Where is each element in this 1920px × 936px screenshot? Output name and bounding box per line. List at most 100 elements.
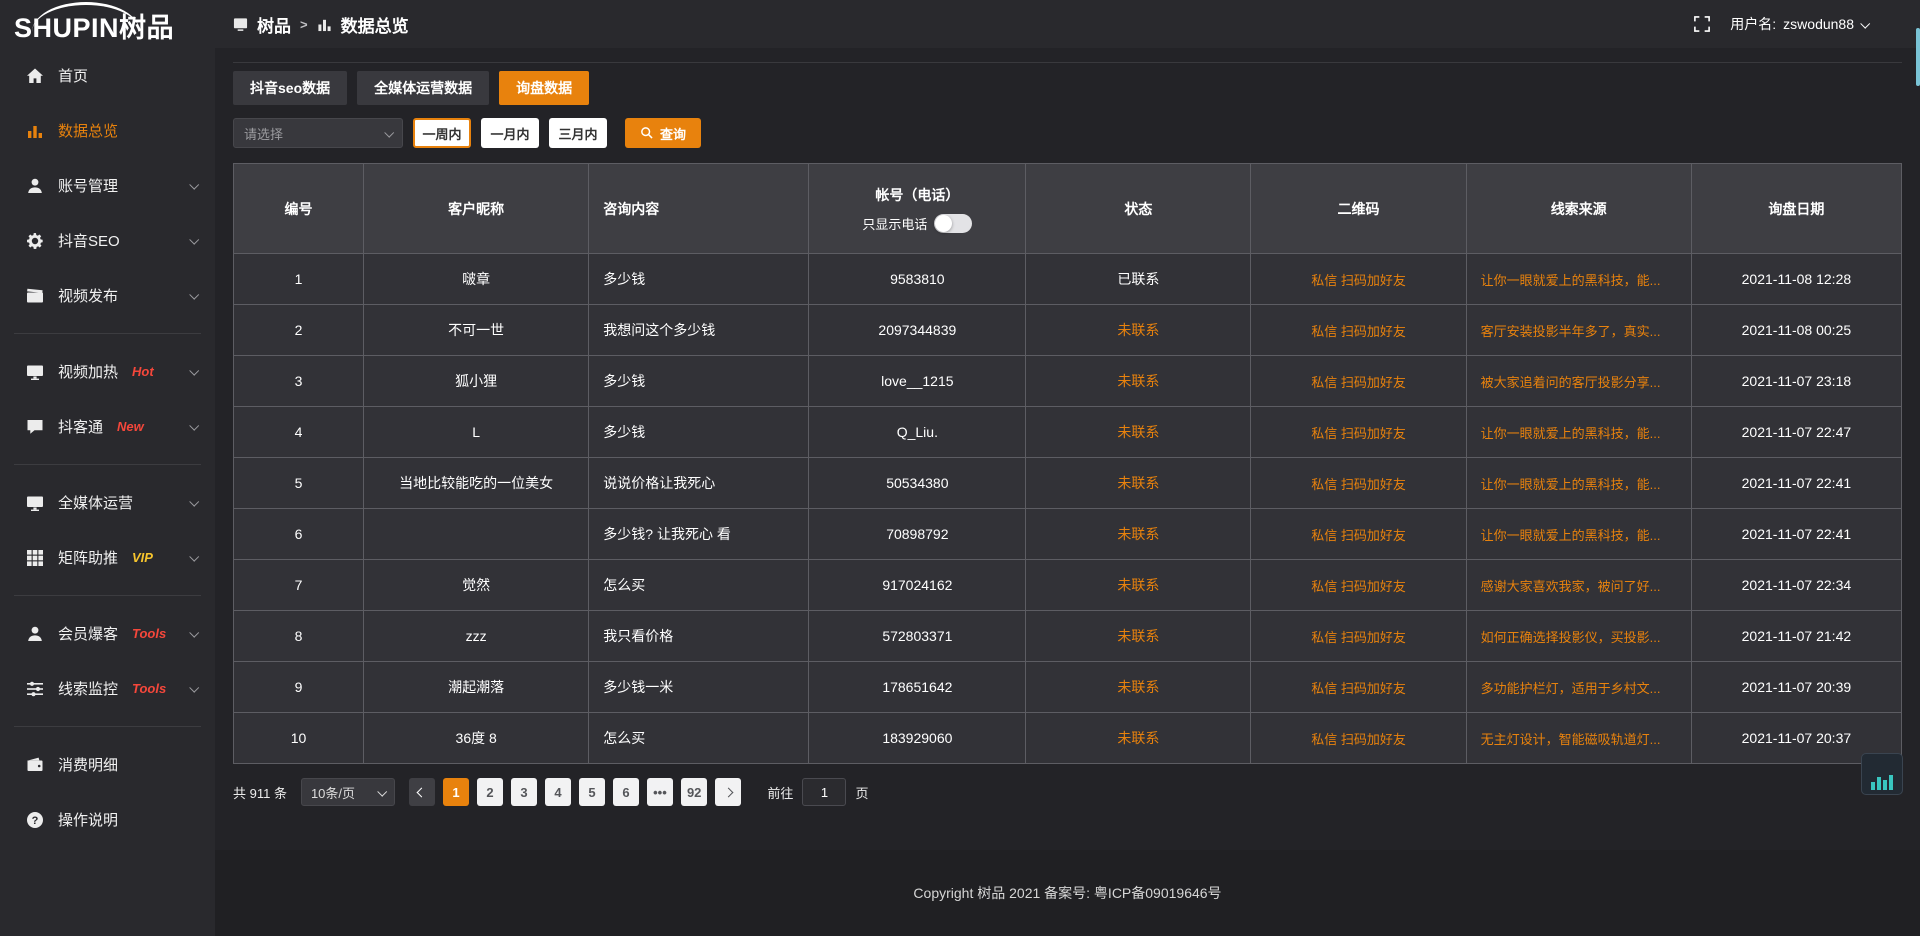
filter-bar: 请选择 一周内 一月内 三月内 查询 (233, 118, 1902, 148)
table-row: 6 多少钱? 让我死心 看 70898792 未联系 私信 扫码加好友 让你一眼… (234, 509, 1902, 560)
cell-account: 70898792 (809, 509, 1026, 560)
display-icon (26, 494, 44, 512)
qrcode-link[interactable]: 私信 扫码加好友 (1251, 509, 1466, 560)
search-button[interactable]: 查询 (625, 118, 701, 148)
cell-nickname: 不可一世 (364, 305, 589, 356)
status-badge: 未联系 (1026, 305, 1251, 356)
cell-id: 1 (234, 254, 364, 305)
qrcode-link[interactable]: 私信 扫码加好友 (1251, 662, 1466, 713)
source-link[interactable]: 感谢大家喜欢我家，被问了好... (1466, 560, 1691, 611)
page-button-3[interactable]: 3 (511, 778, 537, 806)
cell-id: 7 (234, 560, 364, 611)
page-ellipsis-button[interactable]: ••• (647, 778, 673, 806)
source-link[interactable]: 被大家追着问的客厅投影分享... (1466, 356, 1691, 407)
chevron-down-icon (189, 421, 199, 431)
page-button-92[interactable]: 92 (681, 778, 707, 806)
table-header-row: 编号 客户昵称 咨询内容 帐号（电话） 只显示电话 状态 二维码 (234, 164, 1902, 254)
phone-only-toggle[interactable] (934, 214, 972, 233)
breadcrumb-home[interactable]: 树品 (257, 12, 291, 37)
tools-badge: Tools (132, 626, 166, 641)
cell-date: 2021-11-08 12:28 (1691, 254, 1901, 305)
range-month-button[interactable]: 一月内 (481, 118, 539, 148)
sidebar-item-home[interactable]: 首页 (0, 48, 215, 103)
source-link[interactable]: 客厅安装投影半年多了，真实... (1466, 305, 1691, 356)
qrcode-link[interactable]: 私信 扫码加好友 (1251, 305, 1466, 356)
next-page-button[interactable] (715, 778, 741, 806)
qrcode-link[interactable]: 私信 扫码加好友 (1251, 254, 1466, 305)
search-icon (640, 126, 654, 140)
topbar: SHUPIN树品 树品 > 数据总览 用户名: zswodun88 (0, 0, 1920, 48)
sidebar-item-label: 全媒体运营 (58, 492, 133, 513)
cell-account: 2097344839 (809, 305, 1026, 356)
page-buttons: 1 2 3 4 5 6 ••• 92 (409, 778, 741, 806)
sidebar-item-douketong[interactable]: 抖客通 New (0, 399, 215, 454)
source-link[interactable]: 让你一眼就爱上的黑科技，能... (1466, 407, 1691, 458)
page-button-2[interactable]: 2 (477, 778, 503, 806)
source-link[interactable]: 让你一眼就爱上的黑科技，能... (1466, 254, 1691, 305)
cell-id: 3 (234, 356, 364, 407)
sidebar-item-account-management[interactable]: 账号管理 (0, 158, 215, 213)
qrcode-link[interactable]: 私信 扫码加好友 (1251, 407, 1466, 458)
widget-bar (1883, 780, 1887, 790)
status-badge: 未联系 (1026, 560, 1251, 611)
sidebar-item-instructions[interactable]: ? 操作说明 (0, 792, 215, 847)
status-badge: 未联系 (1026, 611, 1251, 662)
source-link[interactable]: 让你一眼就爱上的黑科技，能... (1466, 458, 1691, 509)
tab-inquiry-data[interactable]: 询盘数据 (499, 71, 589, 105)
sidebar-item-data-overview[interactable]: 数据总览 (0, 103, 215, 158)
source-link[interactable]: 无主灯设计，智能磁吸轨道灯... (1466, 713, 1691, 764)
page-button-5[interactable]: 5 (579, 778, 605, 806)
qrcode-link[interactable]: 私信 扫码加好友 (1251, 611, 1466, 662)
floating-widget[interactable] (1861, 753, 1903, 795)
sidebar-item-video-publish[interactable]: 视频发布 (0, 268, 215, 323)
user-dropdown[interactable]: 用户名: zswodun88 (1730, 14, 1868, 34)
cell-id: 8 (234, 611, 364, 662)
source-link[interactable]: 如何正确选择投影仪，买投影... (1466, 611, 1691, 662)
prev-page-button[interactable] (409, 778, 435, 806)
sidebar-item-matrix-boost[interactable]: 矩阵助推 VIP (0, 530, 215, 585)
range-week-button[interactable]: 一周内 (413, 118, 471, 148)
sidebar-item-lead-monitor[interactable]: 线索监控 Tools (0, 661, 215, 716)
header-source: 线索来源 (1466, 164, 1691, 254)
range-quarter-button[interactable]: 三月内 (549, 118, 607, 148)
status-badge: 未联系 (1026, 713, 1251, 764)
tab-douyin-seo-data[interactable]: 抖音seo数据 (233, 71, 347, 105)
qrcode-link[interactable]: 私信 扫码加好友 (1251, 458, 1466, 509)
tab-omnimedia-data[interactable]: 全媒体运营数据 (357, 71, 489, 105)
status-badge: 未联系 (1026, 458, 1251, 509)
cell-date: 2021-11-08 00:25 (1691, 305, 1901, 356)
status-badge: 未联系 (1026, 662, 1251, 713)
page-button-6[interactable]: 6 (613, 778, 639, 806)
chevron-down-icon (189, 290, 199, 300)
source-link[interactable]: 让你一眼就爱上的黑科技，能... (1466, 509, 1691, 560)
wallet-icon (26, 756, 44, 774)
sidebar-item-video-heat[interactable]: 视频加热 Hot (0, 344, 215, 399)
scrollbar-thumb[interactable] (1916, 28, 1920, 86)
page-button-4[interactable]: 4 (545, 778, 571, 806)
goto-page-input[interactable] (802, 778, 846, 806)
page-button-1[interactable]: 1 (443, 778, 469, 806)
chevron-down-icon (189, 180, 199, 190)
qrcode-link[interactable]: 私信 扫码加好友 (1251, 713, 1466, 764)
sidebar-item-member-burst[interactable]: 会员爆客 Tools (0, 606, 215, 661)
goto-suffix: 页 (855, 783, 868, 802)
qrcode-link[interactable]: 私信 扫码加好友 (1251, 560, 1466, 611)
filter-select[interactable]: 请选择 (233, 118, 403, 148)
sidebar-item-douyin-seo[interactable]: 抖音SEO (0, 213, 215, 268)
page-size-select[interactable]: 10条/页 (301, 778, 395, 806)
sidebar-item-spending-details[interactable]: 消费明细 (0, 737, 215, 792)
sidebar-item-label: 矩阵助推 (58, 547, 118, 568)
grid-icon (26, 549, 44, 567)
cell-content: 多少钱? 让我死心 看 (589, 509, 809, 560)
goto-label: 前往 (767, 783, 793, 802)
cell-account: Q_Liu. (809, 407, 1026, 458)
data-tabs: 抖音seo数据 全媒体运营数据 询盘数据 (233, 71, 1902, 105)
sidebar-item-omnimedia[interactable]: 全媒体运营 (0, 475, 215, 530)
qrcode-link[interactable]: 私信 扫码加好友 (1251, 356, 1466, 407)
fullscreen-icon[interactable] (1694, 16, 1710, 32)
source-link[interactable]: 多功能护栏灯，适用于乡村文... (1466, 662, 1691, 713)
cell-content: 说说价格让我死心 (589, 458, 809, 509)
widget-bar (1889, 775, 1893, 790)
search-button-label: 查询 (660, 124, 686, 143)
cell-account: 917024162 (809, 560, 1026, 611)
